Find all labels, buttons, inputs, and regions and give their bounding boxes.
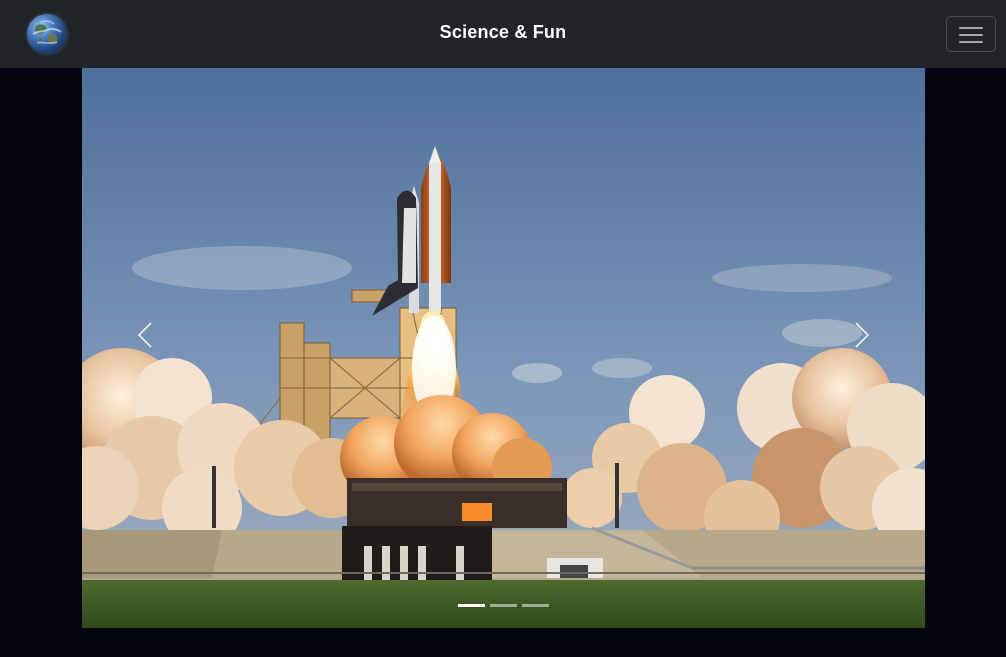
hamburger-menu-icon bbox=[959, 26, 983, 44]
brand-title[interactable]: Science & Fun bbox=[0, 22, 1006, 43]
carousel-indicator-3[interactable] bbox=[522, 604, 549, 607]
carousel-indicator-1[interactable] bbox=[458, 604, 485, 607]
carousel-next-button[interactable] bbox=[797, 68, 925, 628]
carousel-indicators bbox=[82, 601, 925, 611]
carousel-prev-button[interactable] bbox=[82, 68, 210, 628]
chevron-right-icon bbox=[855, 322, 870, 348]
image-carousel bbox=[82, 68, 925, 628]
chevron-left-icon bbox=[137, 322, 152, 348]
navbar-toggler-button[interactable] bbox=[946, 16, 996, 52]
carousel-indicator-2[interactable] bbox=[490, 604, 517, 607]
top-navbar: Science & Fun bbox=[0, 0, 1006, 68]
